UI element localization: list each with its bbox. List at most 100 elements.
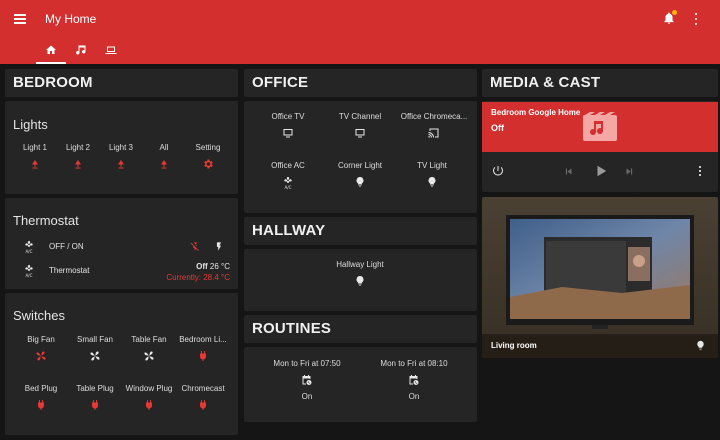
thermostat-row[interactable]: A/C Thermostat — [23, 264, 143, 278]
routine-0750-button[interactable]: Mon to Fri at 07:50 On — [264, 359, 350, 401]
fan-icon — [144, 351, 154, 361]
hallway-light-label: Hallway Light — [336, 260, 384, 269]
air-conditioner-icon: A/C — [284, 177, 292, 190]
tv-channel-button[interactable]: TV Channel — [330, 112, 390, 139]
power-icon[interactable] — [492, 165, 504, 177]
laptop-icon — [105, 46, 117, 54]
hallway-heading: HALLWAY — [252, 222, 326, 239]
tv-light-label: TV Light — [417, 161, 447, 170]
flash-off-icon[interactable] — [190, 241, 200, 252]
setting-label: Setting — [195, 143, 221, 152]
notifications-bell-icon[interactable] — [662, 10, 677, 25]
office-tv-label: Office TV — [271, 112, 305, 121]
corner-light-label: Corner Light — [337, 161, 383, 170]
bed-plug-label: Bed Plug — [24, 384, 58, 393]
bedroom-light-plug-button[interactable]: Bedroom Li... — [173, 335, 233, 362]
tab-music[interactable] — [66, 40, 96, 64]
media-header-card: MEDIA & CAST — [482, 69, 718, 97]
office-card: Office TV TV Channel Office Chromeca... … — [244, 101, 477, 213]
play-icon[interactable] — [594, 164, 608, 178]
office-tv-button[interactable]: Office TV — [258, 112, 318, 139]
office-chromecast-button[interactable]: Office Chromeca... — [399, 112, 469, 139]
switches-title: Switches — [13, 308, 66, 323]
bulb-icon — [356, 276, 364, 286]
routines-heading: ROUTINES — [252, 320, 332, 337]
gear-icon — [204, 159, 213, 169]
current-temperature: Currently: 28.4 °C — [166, 273, 230, 282]
corner-light-button[interactable]: Corner Light — [330, 161, 390, 188]
switches-card: Switches Big Fan Small Fan Table Fan Bed… — [5, 293, 238, 435]
routines-header-card: ROUTINES — [244, 315, 477, 343]
thermostat-setpoint: Off 26 °C — [196, 262, 230, 271]
chromecast-plug-button[interactable]: Chromecast — [173, 384, 233, 411]
tv-light-button[interactable]: TV Light — [402, 161, 462, 188]
thermostat-title: Thermostat — [13, 213, 79, 228]
tv-icon — [355, 129, 365, 138]
hallway-light-button[interactable]: Hallway Light — [330, 260, 390, 287]
skip-previous-icon[interactable] — [564, 167, 573, 176]
lights-title: Lights — [13, 117, 48, 132]
thermostat-target: 26 °C — [209, 262, 230, 271]
office-ac-button[interactable]: Office AC A/C — [258, 161, 318, 190]
table-plug-label: Table Plug — [76, 384, 114, 393]
lamp-icon — [161, 160, 167, 169]
off-on-label: OFF / ON — [49, 242, 84, 251]
player-more-options-icon[interactable] — [694, 164, 706, 178]
tab-home[interactable] — [36, 40, 66, 64]
bedroom-light-plug-label: Bedroom Li... — [179, 335, 227, 344]
big-fan-label: Big Fan — [27, 335, 55, 344]
hallway-card: Hallway Light — [244, 249, 477, 311]
air-conditioner-icon: A/C — [25, 265, 33, 278]
power-plug-icon — [199, 351, 207, 361]
bedroom-header-card: BEDROOM — [5, 69, 238, 97]
tv-icon — [283, 129, 293, 138]
office-heading: OFFICE — [252, 74, 309, 91]
power-plug-icon — [91, 400, 99, 410]
table-plug-button[interactable]: Table Plug — [65, 384, 125, 411]
more-options-icon[interactable] — [690, 10, 702, 28]
office-header-card: OFFICE — [244, 69, 477, 97]
small-fan-label: Small Fan — [76, 335, 113, 344]
tab-devices[interactable] — [96, 40, 126, 64]
living-room-camera[interactable]: Living room — [482, 197, 718, 358]
media-heading: MEDIA & CAST — [490, 74, 601, 91]
routine-0750-label: Mon to Fri at 07:50 — [273, 359, 341, 368]
app-title: My Home — [45, 12, 97, 26]
thermostat-card: Thermostat A/C OFF / ON A/C Thermostat O… — [5, 198, 238, 289]
bulb-icon[interactable] — [695, 340, 706, 351]
small-fan-button[interactable]: Small Fan — [65, 335, 125, 362]
flash-icon[interactable] — [214, 241, 224, 252]
air-conditioner-icon: A/C — [25, 241, 33, 254]
window-plug-label: Window Plug — [125, 384, 173, 393]
skip-next-icon[interactable] — [625, 167, 634, 176]
media-player-banner: Bedroom Google Home Off — [482, 102, 718, 152]
menu-icon[interactable] — [12, 10, 30, 28]
hallway-header-card: HALLWAY — [244, 217, 477, 245]
notification-badge — [672, 10, 677, 15]
fan-icon — [90, 351, 100, 361]
routine-0810-button[interactable]: Mon to Fri at 08:10 On — [371, 359, 457, 401]
camera-label: Living room — [491, 341, 537, 350]
calendar-clock-icon — [302, 375, 312, 385]
office-ac-label: Office AC — [271, 161, 305, 170]
table-fan-label: Table Fan — [131, 335, 167, 344]
player-name: Bedroom Google Home — [491, 108, 581, 117]
routine-0810-state: On — [408, 392, 420, 401]
player-state: Off — [491, 123, 504, 133]
power-plug-icon — [37, 400, 45, 410]
light-setting-button[interactable]: Setting — [178, 143, 238, 170]
routines-card: Mon to Fri at 07:50 On Mon to Fri at 08:… — [244, 347, 477, 422]
svg-text:A/C: A/C — [285, 185, 292, 190]
big-fan-button[interactable]: Big Fan — [11, 335, 71, 362]
bed-plug-button[interactable]: Bed Plug — [11, 384, 71, 411]
fan-icon — [36, 351, 46, 361]
calendar-clock-icon — [409, 375, 419, 385]
bulb-icon — [428, 177, 436, 187]
ac-power-row[interactable]: A/C OFF / ON — [23, 240, 203, 254]
tv-channel-label: TV Channel — [338, 112, 382, 121]
routine-0810-label: Mon to Fri at 08:10 — [380, 359, 448, 368]
table-fan-button[interactable]: Table Fan — [119, 335, 179, 362]
cast-icon — [428, 128, 439, 138]
bulb-icon — [356, 177, 364, 187]
window-plug-button[interactable]: Window Plug — [119, 384, 179, 411]
